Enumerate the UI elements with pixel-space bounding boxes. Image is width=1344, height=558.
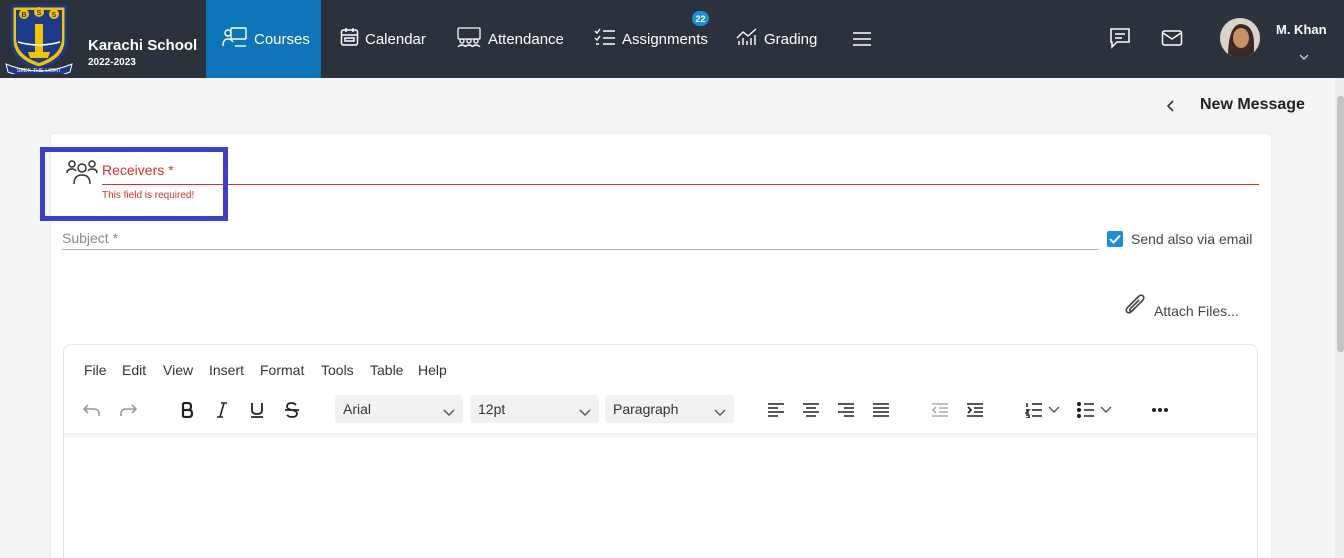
calendar-icon bbox=[340, 27, 365, 51]
mail-icon[interactable] bbox=[1160, 26, 1184, 50]
hamburger-icon[interactable] bbox=[852, 0, 878, 78]
back-arrow-icon[interactable] bbox=[1163, 97, 1179, 115]
subject-input[interactable] bbox=[62, 226, 1099, 250]
underline-icon[interactable] bbox=[243, 399, 271, 421]
editor-menubar: File Edit View Insert Format Tools Table… bbox=[64, 345, 1257, 393]
attach-files-button[interactable]: Attach Files... bbox=[1124, 293, 1239, 322]
align-center-icon[interactable] bbox=[797, 399, 825, 421]
rich-text-editor: File Edit View Insert Format Tools Table… bbox=[63, 344, 1258, 558]
user-name: M. Khan bbox=[1276, 22, 1327, 37]
menu-view[interactable]: View bbox=[163, 362, 193, 378]
nav-attendance-label: Attendance bbox=[488, 30, 564, 48]
nav-assignments[interactable]: Assignments bbox=[594, 0, 708, 78]
top-navbar: B S S SEEK THE LIGHT Karachi School 2022… bbox=[0, 0, 1344, 79]
receivers-highlight-box bbox=[40, 147, 228, 221]
strikethrough-icon[interactable] bbox=[278, 399, 306, 421]
menu-format[interactable]: Format bbox=[260, 362, 304, 378]
font-family-select[interactable]: Arial bbox=[335, 395, 463, 423]
svg-text:SEEK THE LIGHT: SEEK THE LIGHT bbox=[17, 68, 62, 74]
menu-edit[interactable]: Edit bbox=[122, 362, 146, 378]
grading-icon bbox=[736, 28, 764, 50]
outdent-icon[interactable] bbox=[926, 399, 954, 421]
toolbar-divider bbox=[64, 433, 1257, 439]
attach-files-label: Attach Files... bbox=[1154, 302, 1239, 319]
nav-calendar[interactable]: Calendar bbox=[340, 0, 426, 78]
italic-icon[interactable] bbox=[208, 399, 236, 421]
chevron-down-icon[interactable] bbox=[1298, 48, 1310, 66]
block-format-select[interactable]: Paragraph bbox=[605, 395, 734, 423]
nav-attendance[interactable]: Attendance bbox=[456, 0, 564, 78]
svg-text:S: S bbox=[52, 12, 57, 19]
svg-text:B: B bbox=[21, 12, 26, 19]
font-size-value: 12pt bbox=[478, 401, 506, 417]
send-email-checkbox[interactable] bbox=[1107, 231, 1123, 247]
school-logo[interactable]: B S S SEEK THE LIGHT bbox=[4, 2, 74, 79]
indent-icon[interactable] bbox=[961, 399, 989, 421]
numbered-list-icon[interactable] bbox=[1020, 399, 1048, 421]
chevron-down-icon bbox=[714, 404, 726, 420]
chat-icon[interactable] bbox=[1108, 26, 1132, 50]
align-right-icon[interactable] bbox=[832, 399, 860, 421]
assignments-icon bbox=[594, 28, 622, 50]
nav-courses[interactable]: Courses bbox=[206, 0, 321, 78]
chevron-down-icon[interactable] bbox=[1045, 399, 1063, 421]
align-left-icon[interactable] bbox=[762, 399, 790, 421]
menu-file[interactable]: File bbox=[84, 362, 107, 378]
align-justify-icon[interactable] bbox=[867, 399, 895, 421]
menu-help[interactable]: Help bbox=[418, 362, 447, 378]
undo-icon[interactable] bbox=[78, 399, 106, 421]
scrollbar-thumb[interactable] bbox=[1337, 96, 1344, 352]
menu-tools[interactable]: Tools bbox=[321, 362, 354, 378]
nav-calendar-label: Calendar bbox=[365, 30, 426, 48]
block-format-value: Paragraph bbox=[613, 401, 679, 417]
svg-text:S: S bbox=[37, 10, 42, 17]
courses-icon bbox=[222, 26, 254, 52]
more-options-icon[interactable] bbox=[1146, 399, 1174, 421]
bold-icon[interactable] bbox=[173, 399, 201, 421]
paperclip-icon bbox=[1124, 293, 1146, 322]
attendance-icon bbox=[456, 27, 488, 51]
receivers-underline bbox=[102, 184, 1259, 185]
assignments-badge: 22 bbox=[692, 11, 709, 26]
menu-table[interactable]: Table bbox=[370, 362, 403, 378]
menu-insert[interactable]: Insert bbox=[209, 362, 244, 378]
nav-grading[interactable]: Grading bbox=[736, 0, 817, 78]
bullet-list-icon[interactable] bbox=[1072, 399, 1100, 421]
chevron-down-icon bbox=[579, 404, 591, 420]
school-year: 2022-2023 bbox=[88, 57, 136, 68]
chevron-down-icon bbox=[443, 404, 455, 420]
font-size-select[interactable]: 12pt bbox=[470, 395, 599, 423]
avatar[interactable] bbox=[1220, 18, 1260, 58]
page-title: New Message bbox=[1200, 96, 1305, 113]
chevron-down-icon[interactable] bbox=[1097, 399, 1115, 421]
font-family-value: Arial bbox=[343, 401, 372, 417]
nav-assignments-label: Assignments bbox=[622, 30, 708, 48]
nav-courses-label: Courses bbox=[254, 30, 310, 48]
send-email-label[interactable]: Send also via email bbox=[1131, 231, 1252, 247]
redo-icon[interactable] bbox=[114, 399, 142, 421]
school-name: Karachi School bbox=[88, 37, 198, 54]
nav-grading-label: Grading bbox=[764, 30, 818, 48]
